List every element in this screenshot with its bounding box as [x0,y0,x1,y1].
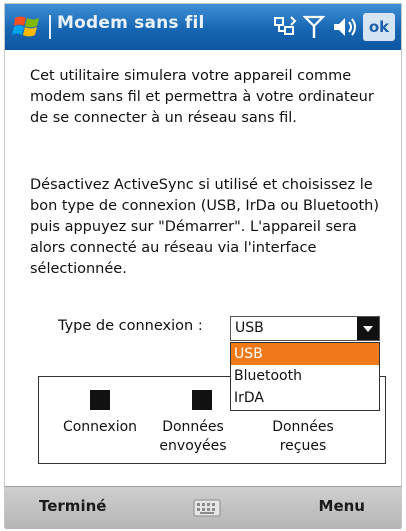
title-separator [49,15,51,39]
volume-icon[interactable] [331,14,359,40]
data-sent-led-icon [192,390,212,410]
data-received-label-line2: reçues [279,438,327,454]
description-paragraph-1: Cet utilitaire simulera votre appareil c… [30,68,374,126]
window-title: Modem sans fil [57,13,205,33]
signal-icon[interactable] [303,14,325,40]
menu-softkey[interactable]: Menu [319,497,365,515]
keyboard-icon[interactable] [193,498,221,518]
description-paragraph-2: Désactivez ActiveSync si utilisé et choi… [30,177,380,277]
done-softkey[interactable]: Terminé [39,497,106,515]
connection-type-dropdown: USB Bluetooth IrDA [230,342,380,411]
connection-type-label: Type de connexion : [58,318,203,334]
dropdown-option-bluetooth[interactable]: Bluetooth [231,365,379,387]
connection-type-value: USB [235,320,264,336]
windows-flag-icon[interactable] [11,12,45,42]
connection-type-select[interactable]: USB [230,316,380,341]
data-sent-label: Données envoyées [148,418,238,456]
title-bar: Modem sans fil ok [5,4,401,50]
data-sent-label-line2: envoyées [159,438,227,454]
chevron-down-icon[interactable] [357,317,379,340]
data-sent-label-line1: Données [162,419,224,435]
data-received-label: Données reçues [258,418,348,456]
ok-button[interactable]: ok [363,13,395,41]
dropdown-option-irda[interactable]: IrDA [231,387,379,409]
connectivity-icon[interactable] [273,14,297,40]
connexion-label: Connexion [62,419,138,435]
connection-led-icon [90,390,110,410]
softkey-bar: Terminé Menu [5,486,401,529]
dropdown-option-usb[interactable]: USB [231,343,379,365]
data-received-label-line1: Données [272,419,334,435]
